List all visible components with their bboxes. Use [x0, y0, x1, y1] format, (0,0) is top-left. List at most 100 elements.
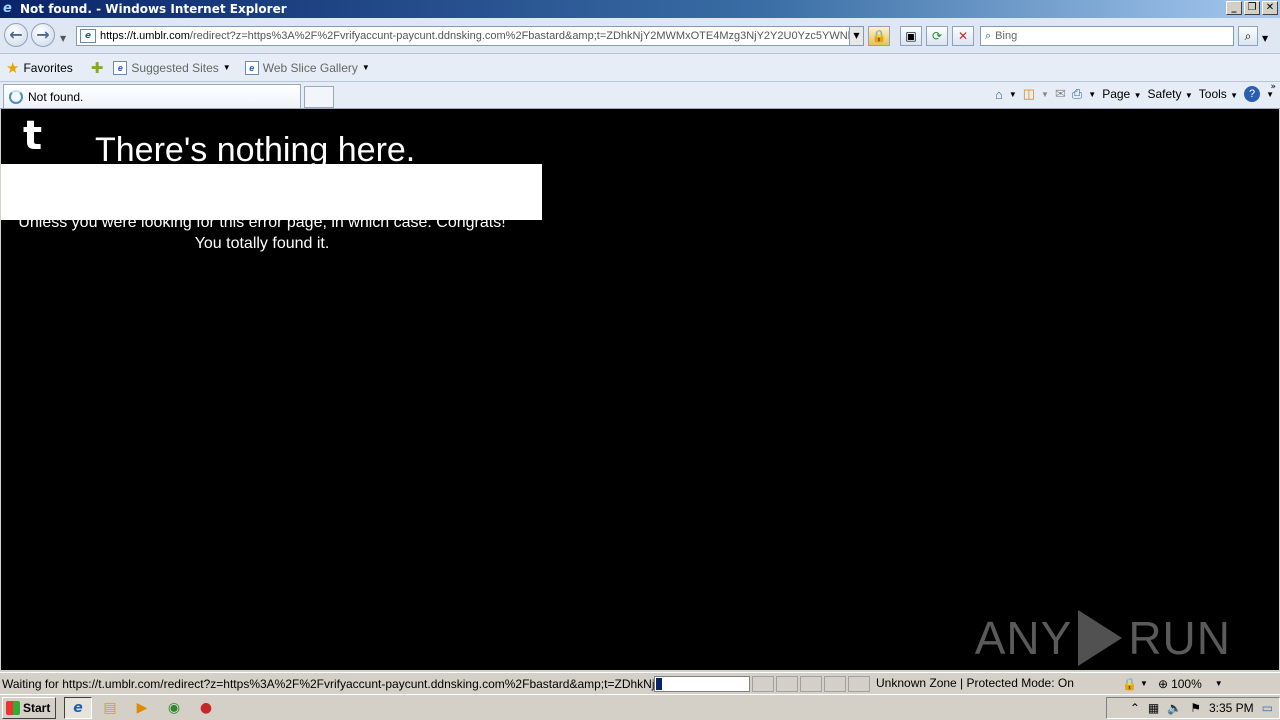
refresh-icon[interactable]: ⟳ — [926, 26, 948, 46]
status-segment — [800, 675, 822, 692]
taskbar: Start e ▤ ▶ ◉ ● ⌃ ▦ 🔈 ⚑ 3:35 PM ▭ — [0, 694, 1280, 720]
network-icon[interactable]: ▦ — [1148, 701, 1159, 715]
safety-menu-label: Safety — [1147, 87, 1182, 101]
tumblr-logo[interactable]: t — [23, 113, 42, 159]
web-slice-icon: e — [244, 60, 259, 75]
forward-button[interactable]: → — [31, 23, 55, 47]
stop-icon[interactable]: ✕ — [952, 26, 974, 46]
compatibility-view-icon[interactable]: ▣ — [900, 26, 922, 46]
zoom-level: 100% — [1171, 676, 1202, 691]
status-text: Waiting for https://t.umblr.com/redirect… — [2, 676, 654, 691]
ie-logo-icon: e — [3, 1, 12, 16]
search-box[interactable]: ⌕ Bing — [980, 26, 1234, 46]
play-icon — [1078, 610, 1123, 666]
window-titlebar: e Not found. - Windows Internet Explorer… — [0, 0, 1280, 18]
new-tab-button[interactable] — [304, 86, 334, 108]
navigation-bar: ← → ▼ e https://t.umblr.com/redirect?z=h… — [0, 18, 1280, 54]
window-title: Not found. - Windows Internet Explorer — [20, 2, 287, 16]
minimize-button[interactable]: _ — [1226, 1, 1242, 15]
safety-menu[interactable]: Safety ▼ — [1148, 87, 1193, 101]
watermark-right: RUN — [1128, 612, 1231, 664]
tools-menu[interactable]: Tools ▼ — [1199, 87, 1238, 101]
taskbar-opera-icon[interactable]: ● — [192, 697, 220, 719]
chevron-down-icon: ▼ — [1214, 679, 1223, 688]
system-tray: ⌃ ▦ 🔈 ⚑ 3:35 PM ▭ — [1106, 697, 1280, 719]
watermark-left: ANY — [974, 612, 1073, 664]
security-zone[interactable]: Unknown Zone | Protected Mode: On — [874, 675, 1122, 693]
window-controls: _ ❐ ✕ — [1226, 1, 1278, 15]
protected-mode-icon: 🔒 — [1122, 676, 1137, 691]
page-content: t There's nothing here. Unless you were … — [1, 109, 1279, 670]
suggested-sites-button[interactable]: e Suggested Sites ▼ — [113, 60, 231, 75]
redaction-box — [1, 164, 542, 220]
favorites-bar: ★ Favorites ✚ e Suggested Sites ▼ e Web … — [0, 54, 1280, 82]
read-mail-icon[interactable]: ✉ — [1055, 86, 1066, 102]
tab-label: Not found. — [28, 89, 84, 104]
page-menu[interactable]: Page ▼ — [1102, 87, 1141, 101]
address-url[interactable]: https://t.umblr.com/redirect?z=https%3A%… — [100, 30, 857, 42]
help-icon[interactable]: ? — [1244, 86, 1261, 102]
add-to-favorites-button[interactable]: ✚ — [91, 59, 108, 77]
suggested-sites-label: Suggested Sites — [131, 60, 219, 75]
url-domain: t.umblr.com — [133, 30, 190, 42]
print-icon[interactable]: ⎙ — [1072, 86, 1082, 102]
tab-row: Not found. ⌂ ▼ ◫ ▼ ✉ ⎙ ▼ Page ▼ Safety ▼ To… — [0, 82, 1280, 109]
tray-expand-icon[interactable]: ⌃ — [1130, 701, 1140, 715]
url-path: /redirect?z=https%3A%2F%2Fvrifyaccunt-pa… — [189, 30, 858, 42]
favorites-star-icon: ★ — [6, 59, 20, 77]
search-placeholder: Bing — [995, 30, 1018, 42]
zoom-icon: ⊕ — [1158, 676, 1169, 691]
feeds-icon[interactable]: ◫ — [1023, 86, 1035, 102]
protected-mode-button[interactable]: 🔒 ▼ — [1122, 677, 1158, 691]
chevron-down-icon[interactable]: ▼ — [1088, 90, 1096, 99]
web-slice-gallery-button[interactable]: e Web Slice Gallery ▼ — [244, 60, 370, 75]
restore-button[interactable]: ❐ — [1244, 1, 1260, 15]
add-favorite-icon: ✚ — [90, 59, 104, 77]
action-center-flag-icon[interactable]: ⚑ — [1190, 701, 1201, 715]
anyrun-watermark: ANY RUN — [975, 610, 1231, 666]
clock[interactable]: 3:35 PM — [1209, 701, 1254, 715]
close-window-button[interactable]: ✕ — [1262, 1, 1278, 15]
show-desktop-icon[interactable]: ▭ — [1262, 701, 1273, 715]
progress-fill — [656, 677, 662, 690]
lock-icon[interactable]: 🔒 — [868, 26, 890, 46]
status-segment — [824, 675, 846, 692]
search-button[interactable]: ⌕ — [1238, 26, 1258, 46]
loading-spinner-icon — [9, 89, 23, 104]
recent-pages-chevron-icon[interactable]: ▼ — [60, 34, 66, 43]
start-button[interactable]: Start — [2, 696, 56, 719]
taskbar-ie-icon[interactable]: e — [64, 696, 92, 719]
zoom-control[interactable]: ⊕ 100% ▼ — [1158, 677, 1248, 691]
tools-menu-label: Tools — [1198, 87, 1227, 101]
search-options-chevron-icon[interactable]: ▼ — [1262, 34, 1268, 43]
status-segment — [776, 675, 798, 692]
chevron-down-icon: ▼ — [222, 63, 231, 72]
bing-search-icon: ⌕ — [985, 29, 992, 42]
status-segment — [752, 675, 774, 692]
volume-icon[interactable]: 🔈 — [1167, 701, 1182, 715]
status-segment — [848, 675, 870, 692]
windows-logo-icon — [6, 700, 20, 715]
page-menu-label: Page — [1102, 87, 1131, 101]
overflow-chevron-icon[interactable]: » — [1270, 82, 1276, 92]
command-bar: ⌂ ▼ ◫ ▼ ✉ ⎙ ▼ Page ▼ Safety ▼ Tools ▼ ? ▼ — [995, 86, 1274, 102]
tab-not-found[interactable]: Not found. — [3, 84, 301, 108]
suggested-sites-icon: e — [113, 60, 128, 75]
chevron-down-icon: ▼ — [361, 63, 370, 72]
taskbar-media-player-icon[interactable]: ▶ — [128, 697, 156, 719]
web-slice-label: Web Slice Gallery — [262, 60, 358, 75]
favorites-label: Favorites — [23, 60, 73, 75]
address-dropdown-icon[interactable]: ▼ — [849, 27, 863, 45]
taskbar-chrome-icon[interactable]: ◉ — [160, 697, 188, 719]
status-bar: Waiting for https://t.umblr.com/redirect… — [0, 672, 1280, 694]
address-bar[interactable]: e https://t.umblr.com/redirect?z=https%3… — [76, 26, 864, 46]
start-label: Start — [23, 700, 51, 715]
chevron-down-icon[interactable]: ▼ — [1009, 90, 1017, 99]
chevron-down-icon[interactable]: ▼ — [1041, 90, 1049, 99]
loading-progress-bar — [654, 675, 750, 692]
favorites-button[interactable]: ★ Favorites — [6, 59, 73, 77]
taskbar-explorer-icon[interactable]: ▤ — [96, 697, 124, 719]
page-icon: e — [80, 29, 96, 43]
home-icon[interactable]: ⌂ — [995, 87, 1003, 102]
back-button[interactable]: ← — [4, 23, 28, 47]
